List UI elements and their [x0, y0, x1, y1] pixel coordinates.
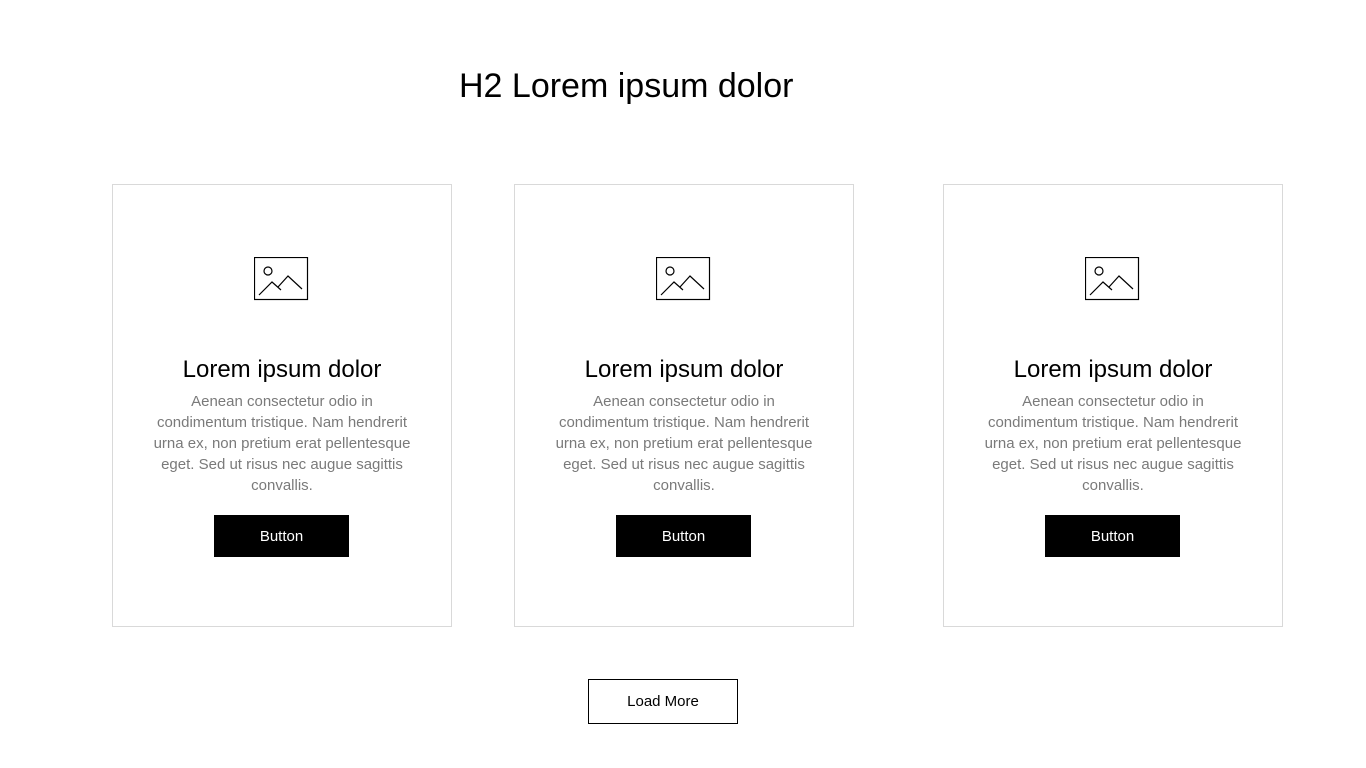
card: Lorem ipsum dolor Aenean consectetur odi… — [514, 184, 854, 627]
card: Lorem ipsum dolor Aenean consectetur odi… — [943, 184, 1283, 627]
card-description: Aenean consectetur odio in condimentum t… — [555, 393, 813, 494]
card-button[interactable]: Button — [214, 515, 349, 557]
page-title: H2 Lorem ipsum dolor — [459, 67, 794, 105]
card-button[interactable]: Button — [616, 515, 751, 557]
card: Lorem ipsum dolor Aenean consectetur odi… — [112, 184, 452, 627]
image-placeholder-icon — [656, 257, 711, 301]
image-placeholder-icon — [1085, 257, 1140, 301]
card-title: Lorem ipsum dolor — [182, 356, 382, 383]
card-description: Aenean consectetur odio in condimentum t… — [153, 393, 411, 494]
load-more-button[interactable]: Load More — [588, 679, 738, 724]
card-title: Lorem ipsum dolor — [1013, 356, 1213, 383]
card-description: Aenean consectetur odio in condimentum t… — [984, 393, 1242, 494]
card-button[interactable]: Button — [1045, 515, 1180, 557]
image-placeholder-icon — [254, 257, 309, 301]
card-title: Lorem ipsum dolor — [584, 356, 784, 383]
